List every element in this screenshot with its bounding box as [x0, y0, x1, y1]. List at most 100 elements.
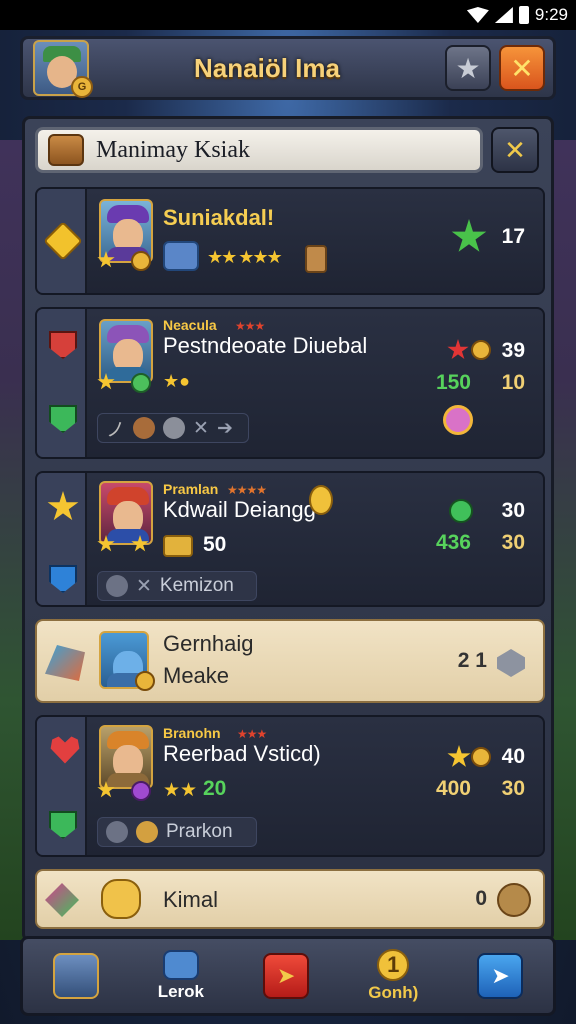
search-field[interactable]: Manimay Ksiak	[35, 127, 483, 173]
bag-icon	[48, 134, 84, 166]
hero-stat-gold: 30	[501, 777, 525, 800]
clock: 9:29	[534, 5, 568, 24]
star-icon: ★	[455, 52, 481, 84]
status-bar: 9:29	[0, 0, 576, 30]
coin-icon: 1	[377, 949, 410, 981]
avatar-coin-badge: G	[71, 76, 93, 98]
panel-close-button[interactable]: ✕	[491, 127, 539, 173]
hero-card-6[interactable]: Kimal 0	[35, 869, 545, 929]
hero-stat-green: 150	[435, 371, 471, 394]
hero-card-4[interactable]: Gernhaig Meake 2 1	[35, 619, 545, 703]
star-badge-icon	[497, 883, 531, 917]
hero-stat-gold: 400	[435, 777, 471, 800]
hero-portrait	[99, 481, 153, 545]
player-avatar[interactable]: G	[33, 40, 93, 98]
hero-name: Gernhaig	[163, 631, 254, 656]
pet-icon	[101, 879, 141, 919]
bottom-nav: Lerok ➤ 1 Gonh) ➤	[20, 936, 556, 1016]
share-icon: ➤	[477, 953, 524, 999]
hero-card-2[interactable]: Neacula ★★★ Pestndeoate Diuebal ★● ノ ✕ ➔…	[35, 307, 545, 459]
hero-class: Branohn	[163, 725, 221, 741]
nav-battle[interactable]: ➤	[263, 953, 310, 999]
gold-bar-icon	[163, 535, 193, 557]
rating-stars: ★●	[163, 371, 191, 391]
cake-icon	[133, 417, 156, 439]
hero-name: Suniakdal!	[163, 205, 275, 230]
hero-portrait	[99, 725, 153, 789]
class-stars: ★★★	[237, 727, 267, 741]
bag-icon	[136, 821, 158, 843]
gem-icon	[131, 781, 151, 801]
class-stars: ★★★	[235, 319, 265, 333]
hero-subtitle: Meake	[163, 663, 230, 688]
hero-count: 0	[475, 887, 487, 910]
hero-count: 2 1	[457, 649, 487, 672]
roster-panel: Manimay Ksiak ✕ Suniakdal! ★★ ★★★ 17 Nea…	[22, 116, 554, 942]
ring-icon	[106, 821, 128, 843]
coin-icon	[471, 340, 491, 360]
hero-stat: 30	[501, 499, 525, 522]
hero-name: Pestndeoate Diuebal	[163, 333, 368, 358]
hero-level: 50	[203, 533, 227, 556]
hero-stat: 40	[501, 745, 525, 768]
rating-stars: ★★ ★★★	[207, 247, 283, 267]
nav-profile[interactable]	[52, 953, 99, 999]
red-star-icon	[447, 339, 469, 360]
ring-icon	[106, 575, 128, 597]
scroll-icon	[305, 245, 327, 273]
battle-icon: ➤	[263, 953, 310, 999]
close-icon: ✕	[504, 134, 526, 165]
hero-class: Pramlan	[163, 481, 219, 497]
hero-class: Neacula	[163, 317, 217, 333]
star-icon	[447, 745, 471, 767]
hero-card-1[interactable]: Suniakdal! ★★ ★★★ 17	[35, 187, 545, 295]
hero-stat-green: 436	[435, 531, 471, 554]
map-icon	[162, 950, 199, 980]
rating-stars: ★★	[163, 780, 198, 801]
tool-icon: ✕	[136, 575, 152, 597]
wifi-icon	[466, 7, 489, 23]
hero-stat: 17	[501, 225, 525, 248]
tool-icon: ✕	[193, 417, 209, 439]
close-button[interactable]: ✕	[499, 45, 545, 91]
hero-stat-gold: 10	[501, 371, 525, 394]
signal-icon	[494, 7, 513, 23]
hero-tag[interactable]: ✕ Kemizon	[97, 571, 257, 601]
skull-icon	[163, 417, 186, 439]
close-icon: ✕	[510, 52, 534, 84]
crossed-swords-icon	[45, 883, 79, 917]
header-bar: G Nanaiöl Ima ★ ✕	[20, 36, 556, 100]
inventory-row[interactable]: ノ ✕ ➔	[97, 413, 249, 443]
hero-tag[interactable]: Prarkon	[97, 817, 257, 847]
search-value: Manimay Ksiak	[96, 136, 250, 163]
favorite-button[interactable]: ★	[445, 45, 491, 91]
nav-label: Lerok	[157, 982, 204, 1001]
hero-tag-label: Prarkon	[166, 821, 233, 842]
page-title: Nanaiöl Ima	[194, 52, 340, 83]
hero-card-5[interactable]: Branohn ★★★ Reerbad Vsticd) ★★ 20 Prarko…	[35, 715, 545, 857]
nav-lerok[interactable]: Lerok	[158, 950, 204, 1002]
hero-level: 20	[203, 777, 227, 800]
hero-name: Kimal	[163, 887, 219, 912]
nav-share[interactable]: ➤	[477, 953, 524, 999]
class-stars: ★★★★	[227, 483, 267, 497]
nav-gonh[interactable]: 1 Gonh)	[368, 949, 418, 1003]
gem-icon	[131, 373, 151, 393]
gem-icon	[449, 499, 473, 523]
hero-stat: 39	[501, 339, 525, 362]
hero-card-3[interactable]: Pramlan ★★★★ Kdwail Deiangg 50 ✕ Kemizon…	[35, 471, 545, 607]
nav-label: Gonh)	[368, 983, 419, 1002]
hero-stat-gold: 30	[501, 531, 525, 554]
coin-icon	[131, 251, 151, 271]
hero-name: Kdwail Deiangg	[163, 497, 316, 522]
hex-icon	[497, 649, 525, 677]
battery-icon	[518, 6, 529, 24]
gear-item-icon	[163, 241, 199, 271]
coin-icon	[309, 485, 333, 515]
hero-name: Reerbad Vsticd)	[163, 741, 321, 766]
profile-icon	[52, 953, 99, 999]
hero-tag-label: Kemizon	[159, 575, 234, 596]
coin-icon	[135, 671, 155, 691]
potion-icon	[443, 405, 473, 435]
arrow-icon: ➔	[216, 417, 233, 439]
